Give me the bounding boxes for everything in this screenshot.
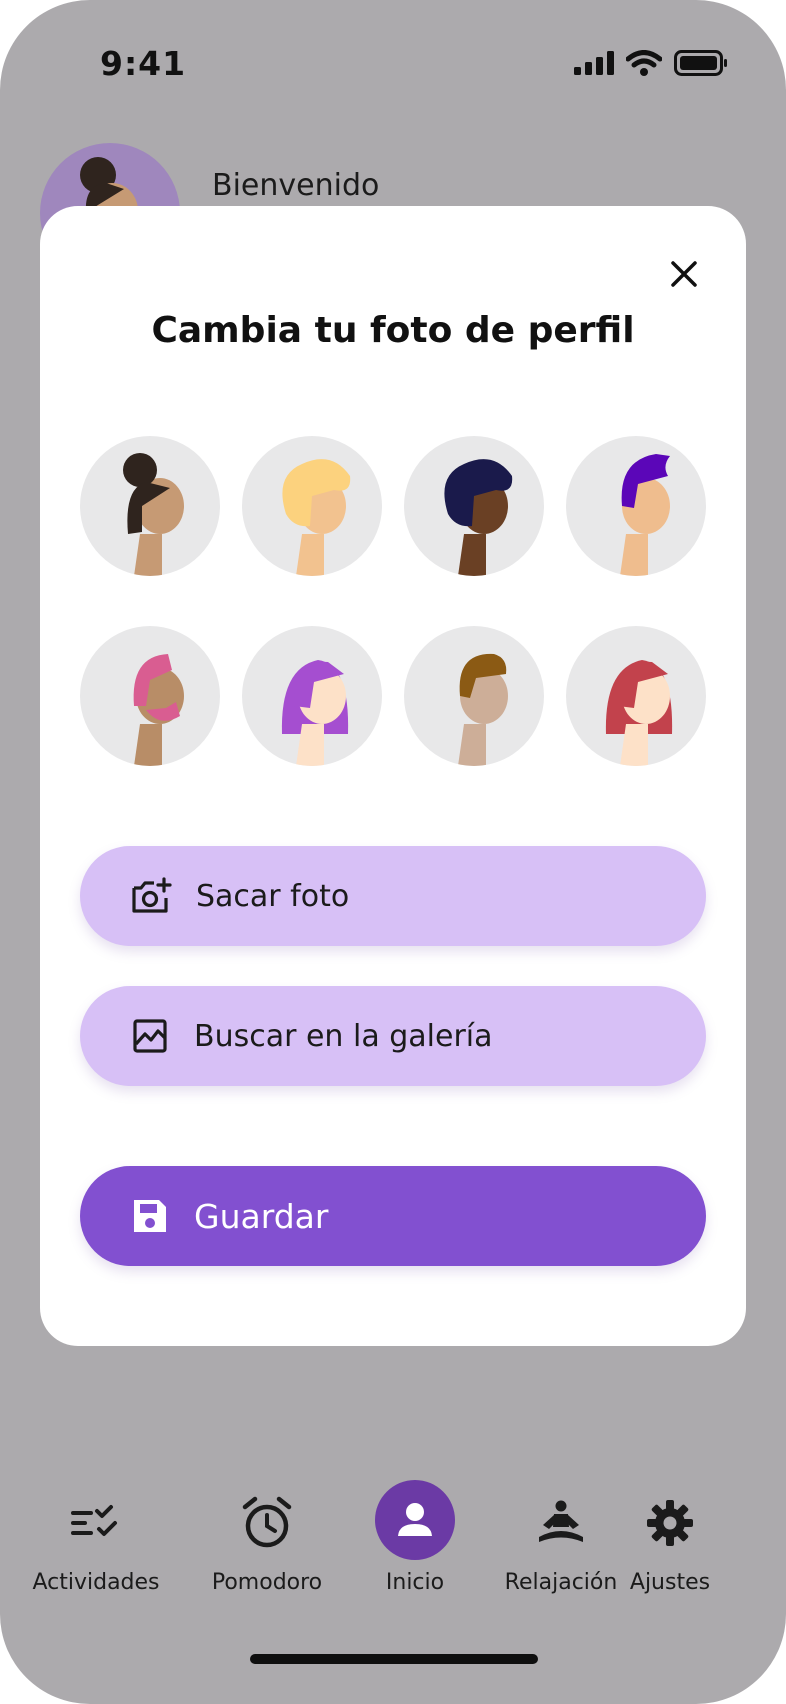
cellular-signal-icon bbox=[574, 51, 614, 75]
nav-label-inicio: Inicio bbox=[385, 1570, 445, 1595]
avatar-portrait-icon bbox=[282, 459, 351, 576]
save-icon bbox=[134, 1200, 166, 1232]
save-label: Guardar bbox=[194, 1196, 329, 1236]
welcome-text: Bienvenido bbox=[212, 168, 380, 203]
nav-label-ajustes: Ajustes bbox=[629, 1570, 711, 1595]
gallery-button[interactable]: Buscar en la galería bbox=[80, 986, 706, 1086]
avatar-portrait-icon bbox=[605, 660, 673, 766]
meditation-icon bbox=[539, 1500, 583, 1542]
avatar-portrait-icon bbox=[123, 453, 184, 576]
avatar-portrait-icon bbox=[133, 654, 184, 766]
avatar-option-1[interactable] bbox=[80, 436, 220, 576]
camera-add-icon bbox=[132, 877, 172, 913]
avatar-option-8[interactable] bbox=[566, 626, 706, 766]
user-icon bbox=[398, 1503, 432, 1536]
home-indicator bbox=[250, 1654, 538, 1664]
save-button[interactable]: Guardar bbox=[80, 1166, 706, 1266]
close-button[interactable] bbox=[664, 254, 704, 294]
avatar-option-6[interactable] bbox=[242, 626, 382, 766]
nav-item-actividades[interactable]: Actividades bbox=[11, 1488, 181, 1595]
avatar-portrait-icon bbox=[281, 660, 349, 766]
status-time: 9:41 bbox=[100, 44, 187, 83]
avatar-option-3[interactable] bbox=[404, 436, 544, 576]
nav-label-actividades: Actividades bbox=[32, 1570, 160, 1595]
gear-icon bbox=[647, 1500, 693, 1546]
avatar-portrait-icon bbox=[620, 454, 670, 576]
avatar-option-2[interactable] bbox=[242, 436, 382, 576]
change-photo-modal: Cambia tu foto de perfil Sacar foto Busc… bbox=[40, 206, 746, 1346]
alarm-clock-icon bbox=[242, 1496, 292, 1548]
avatar-option-5[interactable] bbox=[80, 626, 220, 766]
nav-item-pomodoro[interactable]: Pomodoro bbox=[182, 1488, 352, 1595]
phone-screen: 9:41 Bienvenido Cambia tu foto de perfil… bbox=[0, 0, 786, 1704]
modal-title: Cambia tu foto de perfil bbox=[151, 310, 635, 351]
activities-check-icon bbox=[71, 1505, 117, 1536]
image-icon bbox=[133, 1019, 167, 1053]
gallery-label: Buscar en la galería bbox=[194, 1018, 493, 1054]
avatar-option-4[interactable] bbox=[566, 436, 706, 576]
take-photo-label: Sacar foto bbox=[196, 878, 350, 914]
close-icon bbox=[671, 261, 697, 287]
nav-label-pomodoro: Pomodoro bbox=[211, 1570, 323, 1595]
nav-active-indicator bbox=[375, 1480, 455, 1560]
take-photo-button[interactable]: Sacar foto bbox=[80, 846, 706, 946]
avatar-portrait-icon bbox=[458, 653, 508, 766]
avatar-portrait-icon bbox=[444, 459, 513, 576]
nav-item-inicio[interactable]: Inicio bbox=[330, 1480, 500, 1595]
battery-icon bbox=[674, 50, 727, 76]
status-icons bbox=[574, 50, 728, 76]
wifi-icon bbox=[626, 50, 662, 76]
avatar-option-7[interactable] bbox=[404, 626, 544, 766]
nav-item-ajustes[interactable]: Ajustes bbox=[585, 1488, 755, 1595]
